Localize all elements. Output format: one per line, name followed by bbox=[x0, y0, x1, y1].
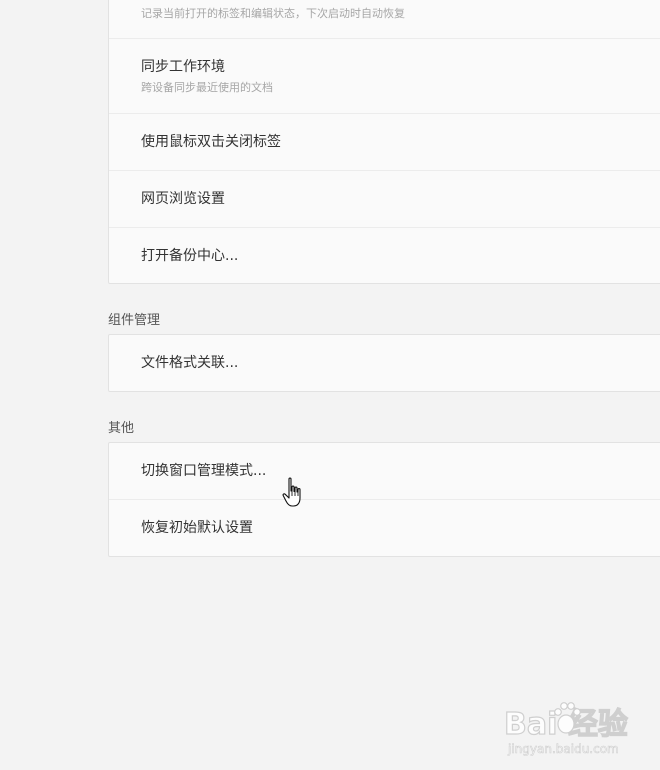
section-title-components: 组件管理 bbox=[108, 313, 161, 328]
double-click-close-tab-label: 使用鼠标双击关闭标签 bbox=[141, 134, 281, 150]
web-browsing-settings-item[interactable]: 网页浏览设置 bbox=[109, 171, 660, 228]
open-backup-center-item[interactable]: 打开备份中心... bbox=[109, 228, 660, 283]
restore-session-desc: 记录当前打开的标签和编辑状态，下次启动时自动恢复 bbox=[141, 7, 405, 20]
settings-page: 记录当前打开的标签和编辑状态，下次启动时自动恢复 同步工作环境 跨设备同步最近使… bbox=[0, 0, 660, 770]
restore-defaults-item[interactable]: 恢复初始默认设置 bbox=[109, 500, 660, 556]
file-association-item[interactable]: 文件格式关联... bbox=[109, 335, 660, 391]
section-title-other: 其他 bbox=[108, 421, 135, 436]
settings-card-general: 记录当前打开的标签和编辑状态，下次启动时自动恢复 同步工作环境 跨设备同步最近使… bbox=[108, 0, 660, 284]
settings-card-other: 切换窗口管理模式... 恢复初始默认设置 bbox=[108, 442, 660, 557]
restore-defaults-label: 恢复初始默认设置 bbox=[141, 520, 253, 536]
open-backup-center-label: 打开备份中心... bbox=[141, 248, 239, 264]
watermark-url: jingyan.baidu.com bbox=[507, 742, 619, 756]
restore-session-item[interactable]: 记录当前打开的标签和编辑状态，下次启动时自动恢复 bbox=[109, 0, 660, 39]
baidu-jingyan-watermark-logo: Bai 经验 jingyan.baidu.com bbox=[504, 702, 628, 756]
file-association-label: 文件格式关联... bbox=[141, 355, 239, 371]
settings-card-components: 文件格式关联... bbox=[108, 334, 660, 392]
sync-workspace-label: 同步工作环境 bbox=[141, 59, 225, 75]
sync-workspace-desc: 跨设备同步最近使用的文档 bbox=[141, 81, 273, 94]
switch-window-mode-label: 切换窗口管理模式... bbox=[141, 463, 267, 479]
switch-window-mode-item[interactable]: 切换窗口管理模式... bbox=[109, 443, 660, 500]
sync-workspace-item[interactable]: 同步工作环境 跨设备同步最近使用的文档 bbox=[109, 39, 660, 114]
hand-pointer-icon bbox=[282, 477, 301, 507]
double-click-close-tab-item[interactable]: 使用鼠标双击关闭标签 bbox=[109, 114, 660, 171]
web-browsing-settings-label: 网页浏览设置 bbox=[141, 191, 225, 207]
